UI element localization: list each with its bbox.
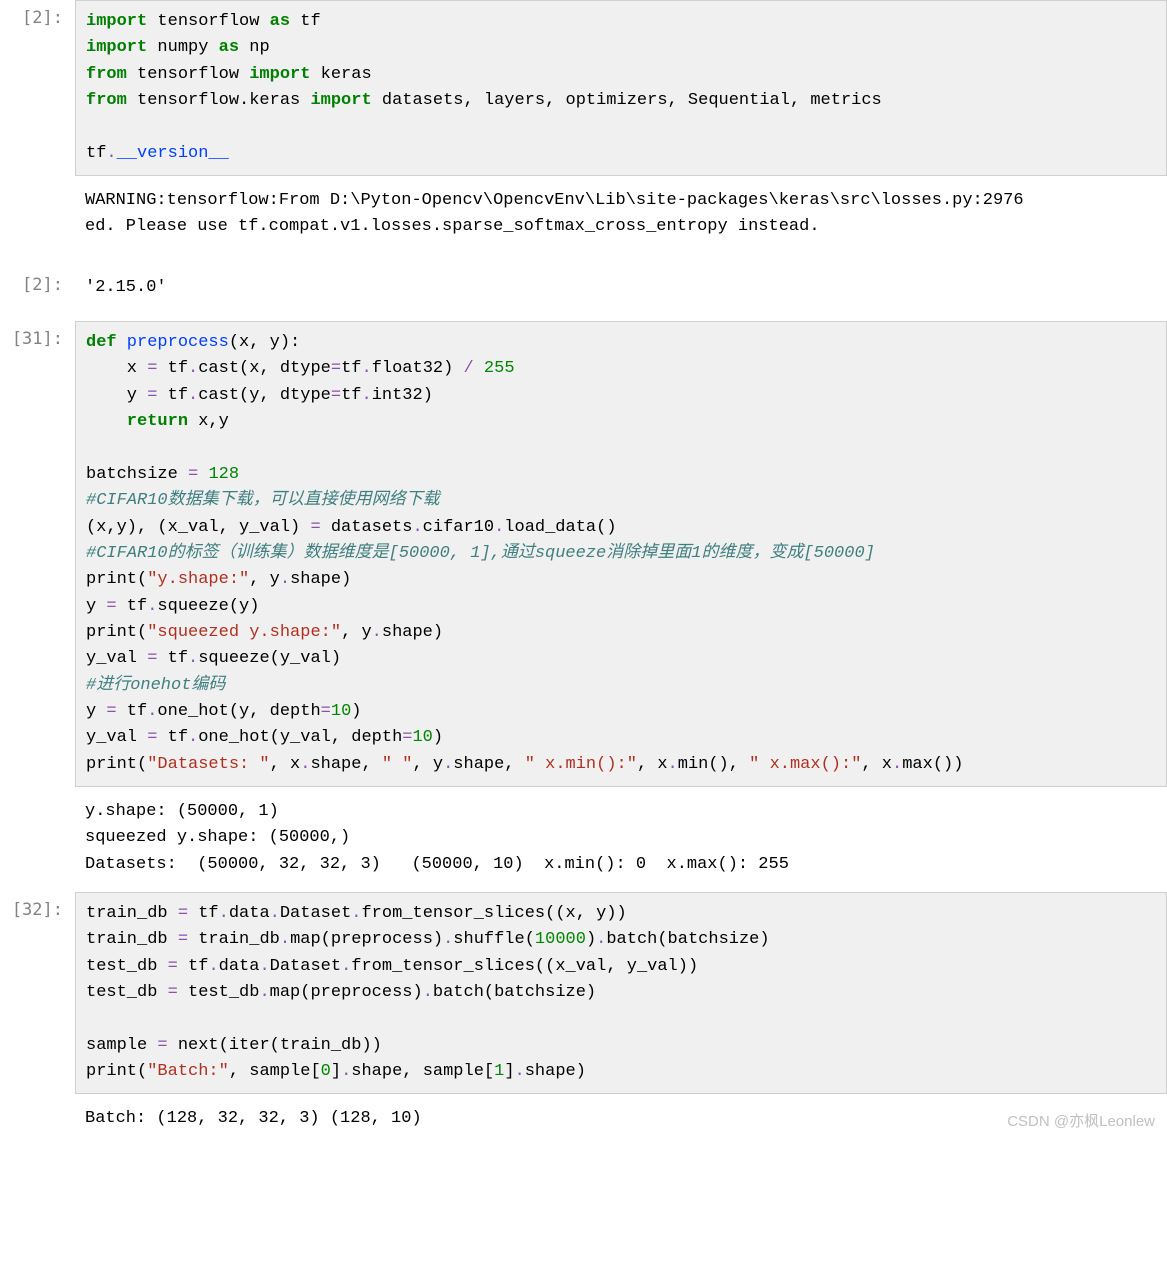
cell-3-output: Batch: (128, 32, 32, 3) (128, 10) [0, 1098, 1167, 1136]
cell-2: [31]: def preprocess(x, y): x = tf.cast(… [0, 321, 1167, 787]
output-1: '2.15.0' [75, 267, 1167, 305]
code-1[interactable]: import tensorflow as tf import numpy as … [75, 0, 1167, 176]
cell-1-stderr: WARNING:tensorflow:From D:\Pyton-Opencv\… [0, 180, 1167, 245]
cell-2-output: y.shape: (50000, 1) squeezed y.shape: (5… [0, 791, 1167, 882]
output-warning: WARNING:tensorflow:From D:\Pyton-Opencv\… [75, 180, 1167, 245]
cell-3: [32]: train_db = tf.data.Dataset.from_te… [0, 892, 1167, 1094]
watermark: CSDN @亦枫Leonlew [1007, 1110, 1155, 1131]
output-2: y.shape: (50000, 1) squeezed y.shape: (5… [75, 791, 1167, 882]
prompt-in-1: [2]: [0, 0, 75, 176]
prompt-in-3: [32]: [0, 892, 75, 1094]
output-3: Batch: (128, 32, 32, 3) (128, 10) [75, 1098, 1167, 1136]
cell-1: [2]: import tensorflow as tf import nump… [0, 0, 1167, 176]
code-2[interactable]: def preprocess(x, y): x = tf.cast(x, dty… [75, 321, 1167, 787]
code-3[interactable]: train_db = tf.data.Dataset.from_tensor_s… [75, 892, 1167, 1094]
prompt-out-1: [2]: [0, 267, 75, 305]
cell-1-result: [2]: '2.15.0' [0, 267, 1167, 305]
prompt-in-2: [31]: [0, 321, 75, 787]
